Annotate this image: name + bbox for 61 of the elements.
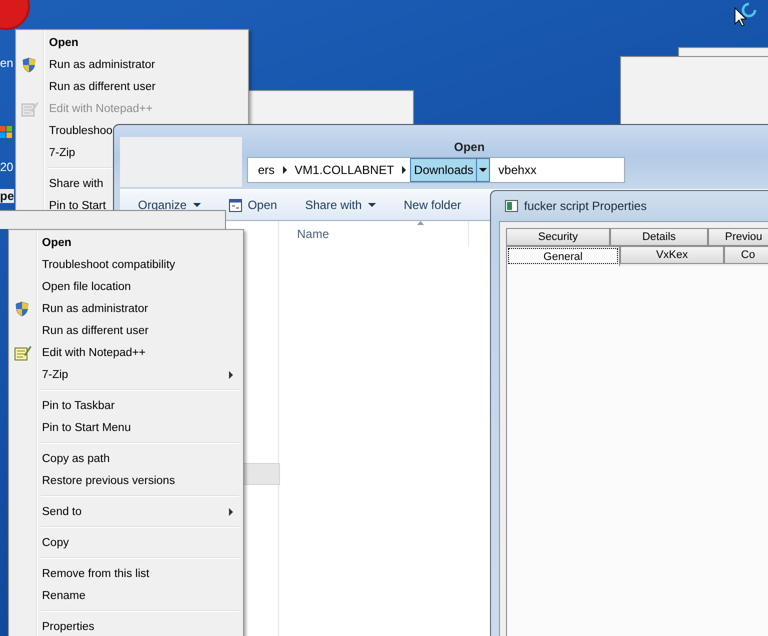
submenu-arrow-icon [229,371,233,379]
menu-item[interactable]: Share with [49,178,104,190]
menu-item[interactable]: Run as administrator [42,303,148,315]
caret-icon [479,168,488,172]
tab[interactable]: Co [724,246,768,264]
menu-item[interactable]: Run as different user [42,325,149,337]
desktop-label: pe [0,189,14,203]
breadcrumb[interactable]: ers [254,158,279,182]
menu-item[interactable]: Pin to Taskbar [42,400,115,412]
ghost-label: Open [454,140,485,154]
tab[interactable]: VxKex [620,246,724,264]
menu-item[interactable]: Run as administrator [49,59,156,71]
desktop-label: 20 [0,160,14,174]
menu-item[interactable]: Restore previous versions [42,475,175,487]
dropdown-caret-icon [192,203,201,207]
menu-item[interactable]: Pin to Start Menu [42,422,131,434]
menu-item[interactable]: 7-Zip [42,369,68,381]
menu-item[interactable]: Edit with Notepad++ [42,347,146,359]
chevron-icon [282,166,287,174]
dropdown-caret-icon [368,203,376,207]
tab[interactable]: Previou [708,228,768,246]
notepad-icon [21,101,39,117]
chevron-icon [402,166,406,174]
menu-item[interactable]: Troubleshoo [49,125,113,137]
menu-item[interactable]: Run as different user [49,81,156,93]
address-text: vbehxx [498,163,536,177]
desktop-label: en [0,56,14,70]
menu-item[interactable]: 7-Zip [49,147,76,159]
app-icon [0,0,32,30]
busy-cursor-icon [732,2,758,28]
submenu-arrow-icon [229,508,233,516]
menu-item[interactable]: Pin to Start [49,200,106,212]
menu-item[interactable]: Send to [42,506,82,518]
menu-item[interactable]: Open [49,37,78,49]
menu-item[interactable]: Open file location [42,281,131,293]
notepad-icon [14,345,32,361]
column-header[interactable]: Name [279,221,469,247]
window-icon [228,198,242,212]
tab[interactable]: General [506,246,620,266]
toolbar-button[interactable]: Open [228,198,278,212]
shield-icon [21,57,37,73]
breadcrumb[interactable]: Downloads [410,158,478,182]
breadcrumb-dropdown[interactable] [476,158,490,182]
tab[interactable]: Details [610,228,708,246]
toolbar-button[interactable]: Organize [138,198,201,212]
windows-logo-icon [0,126,12,138]
menu-item[interactable]: Copy as path [42,453,110,465]
tab[interactable]: Security [506,228,610,246]
shield-icon [14,301,30,317]
menu-item[interactable]: Copy [42,537,69,549]
window-title: fucker script Properties [524,199,647,213]
toolbar-button[interactable]: New folder [404,198,462,212]
breadcrumb[interactable]: VM1.COLLABNET [290,158,398,182]
menu-item[interactable]: Remove from this list [42,568,150,580]
script-file-icon [505,200,518,212]
menu-item[interactable]: Properties [42,621,94,633]
toolbar-button[interactable]: Share with [305,198,376,212]
menu-item[interactable]: Rename [42,590,86,602]
address-bar[interactable]: ers VM1.COLLABNET Downloads vbehxx [247,157,625,183]
menu-item[interactable]: Open [42,237,72,249]
menu-item[interactable]: Troubleshoot compatibility [42,259,176,271]
